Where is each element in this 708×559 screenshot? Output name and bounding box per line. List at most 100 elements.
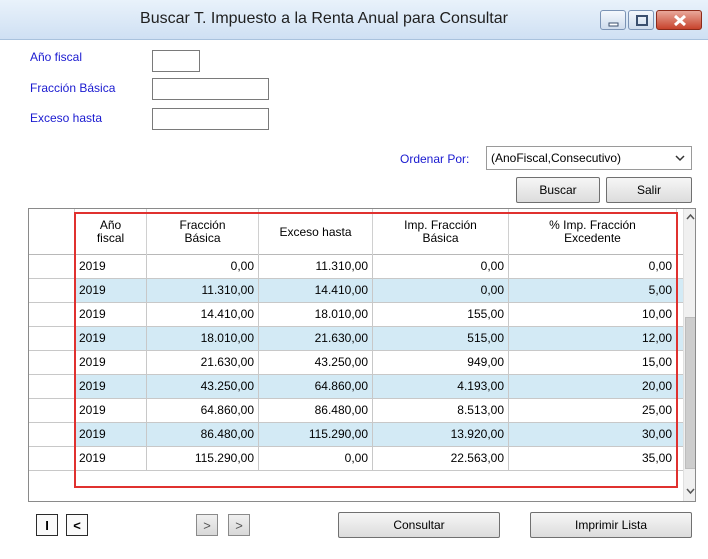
cell-anio[interactable]: 2019 <box>75 279 147 302</box>
previous-record-button[interactable]: < <box>66 514 88 536</box>
cell-imp-fraccion-excedente[interactable]: 30,00 <box>509 423 677 446</box>
fraccion-basica-field[interactable] <box>152 78 269 100</box>
scroll-down-icon[interactable] <box>684 485 696 497</box>
cell-imp-fraccion-basica[interactable]: 8.513,00 <box>373 399 509 422</box>
cell-fraccion-basica[interactable]: 43.250,00 <box>147 375 259 398</box>
cell-fraccion-basica[interactable]: 115.290,00 <box>147 447 259 470</box>
minimize-button[interactable] <box>600 10 626 30</box>
table-row[interactable]: 2019 86.480,00 115.290,00 13.920,00 30,0… <box>29 423 683 447</box>
cell-imp-fraccion-basica[interactable]: 155,00 <box>373 303 509 326</box>
cell-imp-fraccion-excedente[interactable]: 12,00 <box>509 327 677 350</box>
anio-fiscal-field[interactable] <box>152 50 200 72</box>
cell-anio[interactable]: 2019 <box>75 255 147 278</box>
column-header-imp-fraccion-excedente[interactable]: % Imp. Fracción Excedente <box>509 209 677 255</box>
scrollbar-thumb[interactable] <box>685 317 695 469</box>
table-row[interactable]: 2019 43.250,00 64.860,00 4.193,00 20,00 <box>29 375 683 399</box>
cell-exceso-hasta[interactable]: 0,00 <box>259 447 373 470</box>
cell-fraccion-basica[interactable]: 64.860,00 <box>147 399 259 422</box>
column-header-exceso-hasta[interactable]: Exceso hasta <box>259 209 373 255</box>
cell-anio[interactable]: 2019 <box>75 423 147 446</box>
table-row[interactable]: 2019 14.410,00 18.010,00 155,00 10,00 <box>29 303 683 327</box>
cell-imp-fraccion-excedente[interactable]: 10,00 <box>509 303 677 326</box>
table-row[interactable]: 2019 21.630,00 43.250,00 949,00 15,00 <box>29 351 683 375</box>
column-header-fraccion-basica[interactable]: Fracción Básica <box>147 209 259 255</box>
fraccion-basica-label: Fracción Básica <box>30 81 116 95</box>
row-selector[interactable] <box>29 303 75 326</box>
cell-imp-fraccion-excedente[interactable]: 0,00 <box>509 255 677 278</box>
cell-imp-fraccion-basica[interactable]: 949,00 <box>373 351 509 374</box>
cell-imp-fraccion-excedente[interactable]: 15,00 <box>509 351 677 374</box>
row-selector[interactable] <box>29 423 75 446</box>
table-header: Año fiscal Fracción Básica Exceso hasta … <box>29 209 683 255</box>
first-record-button[interactable]: I <box>36 514 58 536</box>
close-button[interactable] <box>656 10 702 30</box>
cell-imp-fraccion-basica[interactable]: 0,00 <box>373 255 509 278</box>
exceso-hasta-label: Exceso hasta <box>30 111 103 125</box>
ordenar-por-value: (AnoFiscal,Consecutivo) <box>491 151 622 165</box>
cell-anio[interactable]: 2019 <box>75 447 147 470</box>
cell-fraccion-basica[interactable]: 18.010,00 <box>147 327 259 350</box>
salir-button[interactable]: Salir <box>606 177 692 203</box>
title-bar: Buscar T. Impuesto a la Renta Anual para… <box>0 0 708 40</box>
cell-imp-fraccion-basica[interactable]: 4.193,00 <box>373 375 509 398</box>
maximize-button[interactable] <box>628 10 654 30</box>
cell-imp-fraccion-excedente[interactable]: 25,00 <box>509 399 677 422</box>
exceso-hasta-field[interactable] <box>152 108 269 130</box>
cell-imp-fraccion-excedente[interactable]: 20,00 <box>509 375 677 398</box>
cell-exceso-hasta[interactable]: 18.010,00 <box>259 303 373 326</box>
cell-imp-fraccion-basica[interactable]: 22.563,00 <box>373 447 509 470</box>
cell-exceso-hasta[interactable]: 64.860,00 <box>259 375 373 398</box>
cell-fraccion-basica[interactable]: 0,00 <box>147 255 259 278</box>
ordenar-por-select[interactable]: (AnoFiscal,Consecutivo) <box>486 146 692 170</box>
row-selector[interactable] <box>29 375 75 398</box>
cell-anio[interactable]: 2019 <box>75 375 147 398</box>
cell-fraccion-basica[interactable]: 11.310,00 <box>147 279 259 302</box>
cell-anio[interactable]: 2019 <box>75 327 147 350</box>
cell-anio[interactable]: 2019 <box>75 351 147 374</box>
cell-imp-fraccion-basica[interactable]: 13.920,00 <box>373 423 509 446</box>
row-selector[interactable] <box>29 279 75 302</box>
scroll-up-icon[interactable] <box>684 211 696 223</box>
results-table: Año fiscal Fracción Básica Exceso hasta … <box>28 208 696 502</box>
column-header-anio[interactable]: Año fiscal <box>75 209 147 255</box>
table-row[interactable]: 2019 0,00 11.310,00 0,00 0,00 <box>29 255 683 279</box>
buscar-button[interactable]: Buscar <box>516 177 600 203</box>
cell-imp-fraccion-excedente[interactable]: 5,00 <box>509 279 677 302</box>
consultar-button[interactable]: Consultar <box>338 512 500 538</box>
ordenar-por-label: Ordenar Por: <box>400 152 470 166</box>
cell-anio[interactable]: 2019 <box>75 399 147 422</box>
chevron-down-icon <box>675 155 685 162</box>
row-header-corner <box>29 209 75 255</box>
column-header-imp-fraccion-basica[interactable]: Imp. Fracción Básica <box>373 209 509 255</box>
cell-imp-fraccion-basica[interactable]: 515,00 <box>373 327 509 350</box>
cell-imp-fraccion-excedente[interactable]: 35,00 <box>509 447 677 470</box>
cell-exceso-hasta[interactable]: 11.310,00 <box>259 255 373 278</box>
table-row[interactable]: 2019 64.860,00 86.480,00 8.513,00 25,00 <box>29 399 683 423</box>
close-icon <box>673 14 687 27</box>
table-row[interactable]: 2019 115.290,00 0,00 22.563,00 35,00 <box>29 447 683 471</box>
row-selector[interactable] <box>29 351 75 374</box>
cell-anio[interactable]: 2019 <box>75 303 147 326</box>
row-selector[interactable] <box>29 327 75 350</box>
minimize-icon <box>608 22 619 27</box>
maximize-icon <box>636 15 648 26</box>
cell-fraccion-basica[interactable]: 14.410,00 <box>147 303 259 326</box>
row-selector[interactable] <box>29 399 75 422</box>
last-record-button[interactable]: > <box>228 514 250 536</box>
row-selector[interactable] <box>29 447 75 470</box>
cell-fraccion-basica[interactable]: 21.630,00 <box>147 351 259 374</box>
cell-exceso-hasta[interactable]: 14.410,00 <box>259 279 373 302</box>
cell-exceso-hasta[interactable]: 43.250,00 <box>259 351 373 374</box>
cell-exceso-hasta[interactable]: 21.630,00 <box>259 327 373 350</box>
cell-exceso-hasta[interactable]: 115.290,00 <box>259 423 373 446</box>
table-row[interactable]: 2019 11.310,00 14.410,00 0,00 5,00 <box>29 279 683 303</box>
row-selector[interactable] <box>29 255 75 278</box>
cell-fraccion-basica[interactable]: 86.480,00 <box>147 423 259 446</box>
cell-exceso-hasta[interactable]: 86.480,00 <box>259 399 373 422</box>
vertical-scrollbar[interactable] <box>683 209 696 501</box>
cell-imp-fraccion-basica[interactable]: 0,00 <box>373 279 509 302</box>
imprimir-lista-button[interactable]: Imprimir Lista <box>530 512 692 538</box>
next-record-button[interactable]: > <box>196 514 218 536</box>
table-row[interactable]: 2019 18.010,00 21.630,00 515,00 12,00 <box>29 327 683 351</box>
anio-fiscal-label: Año fiscal <box>30 50 83 64</box>
